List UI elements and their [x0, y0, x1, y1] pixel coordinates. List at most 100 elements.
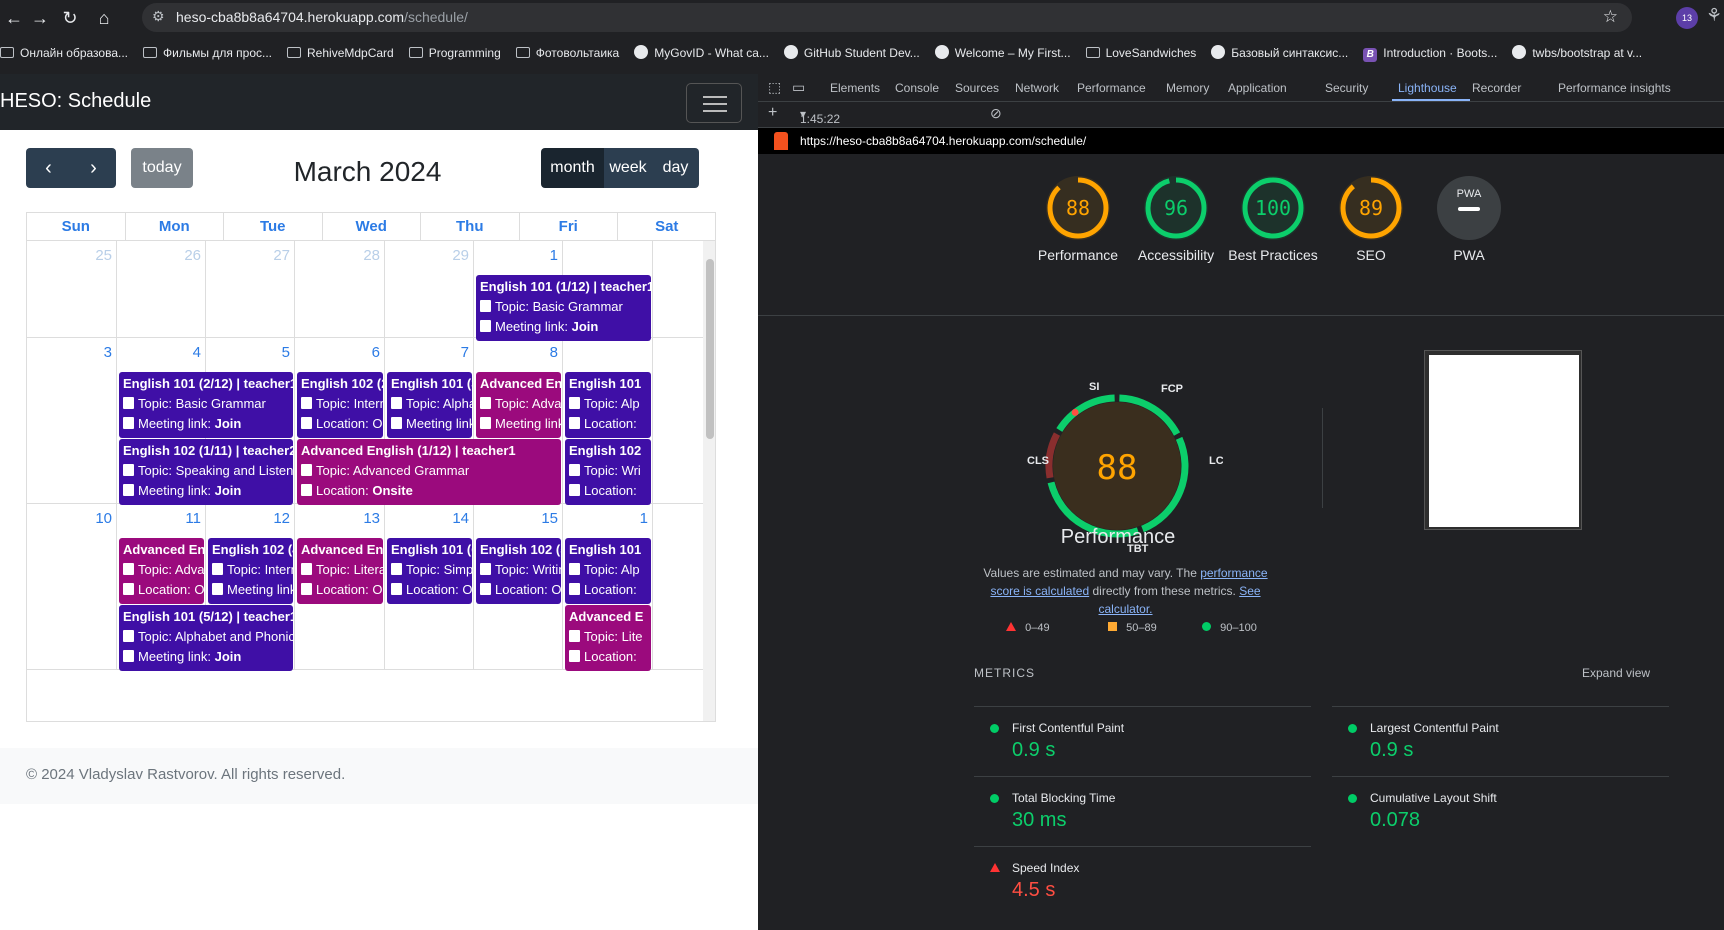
event-extra-value[interactable]: Join [215, 483, 242, 498]
day-number[interactable]: 12 [273, 510, 290, 527]
day-number[interactable]: 10 [95, 510, 112, 527]
url-bar[interactable]: ⚙ heso-cba8b8a64704.herokuapp.com/schedu… [142, 3, 1632, 32]
day-number[interactable]: 27 [273, 247, 290, 264]
day-number[interactable]: 1 [640, 510, 648, 527]
day-cell[interactable]: 10 [27, 504, 117, 669]
bookmark-item[interactable]: Welcome – My First... [934, 41, 1071, 65]
calendar-event[interactable]: English 101 Topic: Alp Location: [565, 372, 651, 438]
day-cell[interactable]: 25 [27, 241, 117, 337]
score-gauge-seo[interactable]: 89 SEO [1321, 174, 1421, 265]
calendar-event[interactable]: Advanced Engl Topic: Advanc Meeting link [476, 372, 561, 438]
tab-recorder[interactable]: Recorder [1472, 81, 1521, 95]
tab-performance-insights[interactable]: Performance insights [1558, 81, 1671, 95]
navbar-toggler-button[interactable] [686, 83, 742, 123]
calendar-event[interactable]: English 102 (1/11) | teacher2 Topic: Spea… [119, 439, 293, 505]
day-number[interactable]: 25 [95, 247, 112, 264]
bookmark-item[interactable]: GitHub Student Dev... [783, 41, 920, 65]
day-number[interactable]: 28 [363, 247, 380, 264]
home-icon[interactable]: ⌂ [92, 6, 116, 30]
day-number[interactable]: 1 [550, 247, 558, 264]
back-icon[interactable]: ← [2, 6, 26, 30]
new-report-icon[interactable]: + [768, 104, 777, 122]
report-selector[interactable]: 1:45:22 AM - heso-cba8b8a64 ▾ [800, 107, 859, 154]
site-info-icon[interactable]: ⚙ [152, 8, 165, 25]
bookmark-item[interactable]: LoveSandwiches [1085, 41, 1196, 65]
calendar-event[interactable]: English 101 (5/12) | teacher1 Topic: Alph… [119, 605, 293, 671]
calendar-event[interactable]: English 102 (2/Topic: Interm Location: On [297, 372, 383, 438]
calendar-event[interactable]: English 101 (2/12) | teacher1 Topic: Basi… [119, 372, 293, 438]
calendar-event[interactable]: Advanced Engl Topic: Literatu Location: On [297, 538, 383, 604]
navbar-brand[interactable]: HESO: Schedule [0, 90, 151, 113]
bookmark-item[interactable]: Базовый синтаксис... [1211, 41, 1348, 65]
event-extra-value[interactable]: Join [215, 416, 242, 431]
calendar-event[interactable]: English 101 (6/Topic: Simple Location: On [387, 538, 472, 604]
score-gauge-accessibility[interactable]: 96 Accessibility [1126, 174, 1226, 265]
tab-elements[interactable]: Elements [830, 81, 880, 95]
day-view-button[interactable]: day [652, 148, 699, 188]
calendar-event[interactable]: English 101 (1/12) | teacher1 Topic: Basi… [476, 275, 651, 341]
calendar-event[interactable]: English 101 Topic: Alp Location: [565, 538, 651, 604]
day-number[interactable]: 6 [372, 344, 380, 361]
calendar-event[interactable]: English 102 Topic: Wri Location: [565, 439, 651, 505]
calendar-scrollbar[interactable] [703, 241, 715, 721]
inspect-element-icon[interactable]: ⬚ [768, 79, 781, 96]
day-number[interactable]: 13 [363, 510, 380, 527]
bookmark-star-icon[interactable]: ☆ [1603, 7, 1618, 27]
day-number[interactable]: 7 [461, 344, 469, 361]
calendar-event[interactable]: Advanced E Topic: Lite Location: [565, 605, 651, 671]
calendar-event[interactable]: Advanced English (1/12) | teacher1 Topic:… [297, 439, 561, 505]
today-button[interactable]: today [131, 148, 193, 188]
bookmark-item[interactable]: twbs/bootstrap at v... [1512, 41, 1642, 65]
final-screenshot-thumbnail[interactable] [1424, 350, 1582, 530]
day-number[interactable]: 4 [193, 344, 201, 361]
month-view-button[interactable]: month [541, 148, 604, 188]
tab-lighthouse[interactable]: Lighthouse [1398, 81, 1457, 95]
day-cell[interactable]: 27 [206, 241, 295, 337]
report-url[interactable]: https://heso-cba8b8a64704.herokuapp.com/… [800, 134, 1086, 148]
day-number[interactable]: 8 [550, 344, 558, 361]
forward-icon[interactable]: → [28, 6, 52, 30]
tab-sources[interactable]: Sources [955, 81, 999, 95]
week-view-button[interactable]: week [604, 148, 652, 188]
tab-application[interactable]: Application [1228, 81, 1287, 95]
day-cell[interactable]: 26 [117, 241, 206, 337]
score-gauge-pwa[interactable]: PWA PWA [1419, 174, 1519, 265]
extensions-puzzle-icon[interactable]: ⚘ [1706, 5, 1722, 26]
tab-security[interactable]: Security [1325, 81, 1368, 95]
next-month-button[interactable]: › [71, 148, 116, 188]
calendar-event[interactable]: English 102 (4/Topic: Interm Meeting link [208, 538, 293, 604]
day-number[interactable]: 15 [541, 510, 558, 527]
day-number[interactable]: 29 [452, 247, 469, 264]
bookmark-item[interactable]: Фильмы для прос... [143, 41, 272, 65]
url-text[interactable]: heso-cba8b8a64704.herokuapp.com/schedule… [176, 9, 468, 25]
day-number[interactable]: 26 [184, 247, 201, 264]
day-cell[interactable]: 3 [27, 338, 117, 503]
bookmark-item[interactable]: Programming [408, 41, 501, 65]
day-cell[interactable]: 28 [295, 241, 385, 337]
tab-performance[interactable]: Performance [1077, 81, 1146, 95]
extension-icon[interactable]: 13 [1676, 7, 1698, 29]
tab-memory[interactable]: Memory [1166, 81, 1209, 95]
reload-icon[interactable]: ↻ [58, 6, 82, 30]
day-number[interactable]: 3 [104, 344, 112, 361]
day-number[interactable]: 14 [452, 510, 469, 527]
scrollbar-thumb[interactable] [706, 259, 714, 439]
bookmark-item[interactable]: B Introduction · Boots... [1363, 41, 1497, 65]
device-toolbar-icon[interactable]: ▭ [792, 79, 805, 96]
tab-network[interactable]: Network [1015, 81, 1059, 95]
event-extra-value[interactable]: Join [215, 649, 242, 664]
calendar-event[interactable]: English 102 (5/Topic: Writing Location: O… [476, 538, 561, 604]
calendar-event[interactable]: Advanced Engl Topic: Advan Location: On [119, 538, 204, 604]
tab-console[interactable]: Console [895, 81, 939, 95]
score-gauge-best-practices[interactable]: 100 Best Practices [1223, 174, 1323, 265]
bookmark-item[interactable]: Фотовольтаика [515, 41, 619, 65]
score-gauge-performance[interactable]: 88 Performance [1028, 174, 1128, 265]
prev-month-button[interactable]: ‹ [26, 148, 71, 188]
event-extra-value[interactable]: Join [572, 319, 599, 334]
bookmark-item[interactable]: Онлайн образова... [0, 41, 128, 65]
expand-view-button[interactable]: Expand view [1582, 666, 1650, 680]
clear-report-icon[interactable]: ⊘ [990, 105, 1002, 122]
bookmark-item[interactable]: RehiveMdpCard [287, 41, 394, 65]
day-number[interactable]: 11 [185, 510, 201, 527]
day-cell[interactable]: 29 [385, 241, 474, 337]
